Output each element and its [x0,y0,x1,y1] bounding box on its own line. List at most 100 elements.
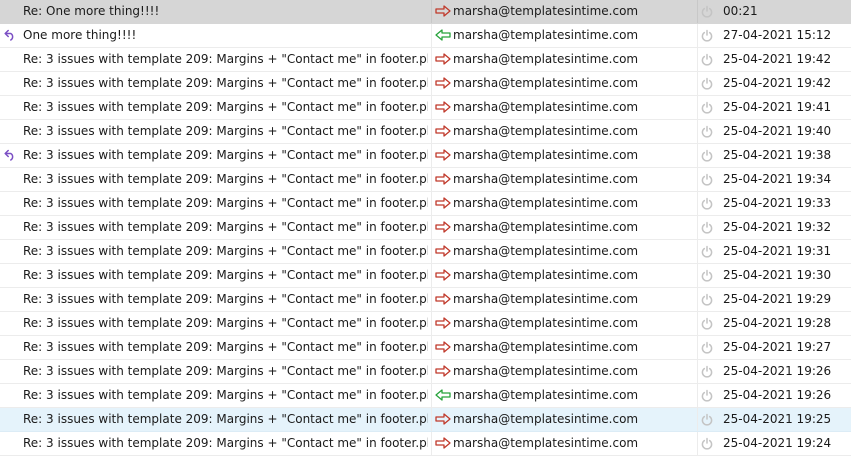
column-divider [431,168,432,191]
status-cell [4,72,22,95]
message-date: 25-04-2021 19:29 [723,292,832,306]
message-row[interactable]: Re: 3 issues with template 209: Margins … [0,48,851,72]
power-icon[interactable] [700,336,718,359]
message-row[interactable]: Re: 3 issues with template 209: Margins … [0,144,851,168]
message-date: 25-04-2021 19:33 [723,196,832,210]
message-row[interactable]: Re: 3 issues with template 209: Margins … [0,408,851,432]
column-divider [697,264,698,287]
power-icon[interactable] [700,24,718,47]
message-row[interactable]: Re: 3 issues with template 209: Margins … [0,288,851,312]
status-cell [4,168,22,191]
message-row[interactable]: One more thing!!!! marsha@templatesintime… [0,24,851,48]
column-divider [697,336,698,359]
message-list: Re: One more thing!!!! marsha@templatesin… [0,0,851,456]
message-subject: Re: 3 issues with template 209: Margins … [23,172,428,186]
message-row[interactable]: Re: 3 issues with template 209: Margins … [0,432,851,456]
power-icon[interactable] [700,0,718,23]
message-row[interactable]: Re: 3 issues with template 209: Margins … [0,384,851,408]
column-divider [697,384,698,407]
power-icon[interactable] [700,408,718,431]
message-correspondent: marsha@templatesintime.com [453,4,639,18]
power-icon[interactable] [700,360,718,383]
message-subject: Re: 3 issues with template 209: Margins … [23,316,428,330]
column-divider [431,0,432,23]
message-date: 25-04-2021 19:32 [723,220,832,234]
message-subject: Re: 3 issues with template 209: Margins … [23,436,428,450]
message-correspondent: marsha@templatesintime.com [453,292,639,306]
message-subject: Re: 3 issues with template 209: Margins … [23,292,428,306]
column-divider [697,72,698,95]
column-divider [431,288,432,311]
column-divider [431,216,432,239]
status-cell [4,408,22,431]
message-date: 00:21 [723,4,758,18]
outgoing-arrow-icon [435,264,451,287]
message-row[interactable]: Re: 3 issues with template 209: Margins … [0,96,851,120]
message-row[interactable]: Re: One more thing!!!! marsha@templatesin… [0,0,851,24]
outgoing-arrow-icon [435,144,451,167]
outgoing-arrow-icon [435,216,451,239]
column-divider [431,336,432,359]
message-row[interactable]: Re: 3 issues with template 209: Margins … [0,120,851,144]
message-row[interactable]: Re: 3 issues with template 209: Margins … [0,360,851,384]
column-divider [697,216,698,239]
power-icon[interactable] [700,120,718,143]
status-cell [4,264,22,287]
column-divider [697,144,698,167]
power-icon[interactable] [700,264,718,287]
column-divider [697,0,698,23]
power-icon[interactable] [700,288,718,311]
message-row[interactable]: Re: 3 issues with template 209: Margins … [0,264,851,288]
column-divider [431,120,432,143]
message-subject: Re: 3 issues with template 209: Margins … [23,196,428,210]
message-subject: Re: 3 issues with template 209: Margins … [23,76,428,90]
power-icon[interactable] [700,144,718,167]
message-row[interactable]: Re: 3 issues with template 209: Margins … [0,72,851,96]
column-divider [697,432,698,455]
message-correspondent: marsha@templatesintime.com [453,148,639,162]
message-row[interactable]: Re: 3 issues with template 209: Margins … [0,240,851,264]
outgoing-arrow-icon [435,240,451,263]
message-date: 25-04-2021 19:28 [723,316,832,330]
power-icon[interactable] [700,192,718,215]
column-divider [431,360,432,383]
power-icon[interactable] [700,384,718,407]
power-icon[interactable] [700,168,718,191]
message-row[interactable]: Re: 3 issues with template 209: Margins … [0,192,851,216]
power-icon[interactable] [700,216,718,239]
message-row[interactable]: Re: 3 issues with template 209: Margins … [0,168,851,192]
message-date: 25-04-2021 19:41 [723,100,832,114]
power-icon[interactable] [700,240,718,263]
column-divider [697,96,698,119]
message-correspondent: marsha@templatesintime.com [453,220,639,234]
message-subject: Re: 3 issues with template 209: Margins … [23,340,428,354]
status-cell [4,288,22,311]
message-row[interactable]: Re: 3 issues with template 209: Margins … [0,312,851,336]
message-date: 25-04-2021 19:26 [723,388,832,402]
power-icon[interactable] [700,96,718,119]
column-divider [697,192,698,215]
status-cell [4,432,22,455]
power-icon[interactable] [700,432,718,455]
message-correspondent: marsha@templatesintime.com [453,76,639,90]
outgoing-arrow-icon [435,72,451,95]
column-divider [431,96,432,119]
message-subject: Re: 3 issues with template 209: Margins … [23,220,428,234]
outgoing-arrow-icon [435,432,451,455]
message-row[interactable]: Re: 3 issues with template 209: Margins … [0,336,851,360]
power-icon[interactable] [700,48,718,71]
power-icon[interactable] [700,72,718,95]
status-cell [4,0,22,23]
message-date: 25-04-2021 19:34 [723,172,832,186]
status-cell [4,48,22,71]
message-date: 25-04-2021 19:42 [723,52,832,66]
message-correspondent: marsha@templatesintime.com [453,172,639,186]
message-date: 25-04-2021 19:30 [723,268,832,282]
outgoing-arrow-icon [435,312,451,335]
message-correspondent: marsha@templatesintime.com [453,388,639,402]
power-icon[interactable] [700,312,718,335]
column-divider [697,168,698,191]
outgoing-arrow-icon [435,288,451,311]
message-row[interactable]: Re: 3 issues with template 209: Margins … [0,216,851,240]
column-divider [431,72,432,95]
